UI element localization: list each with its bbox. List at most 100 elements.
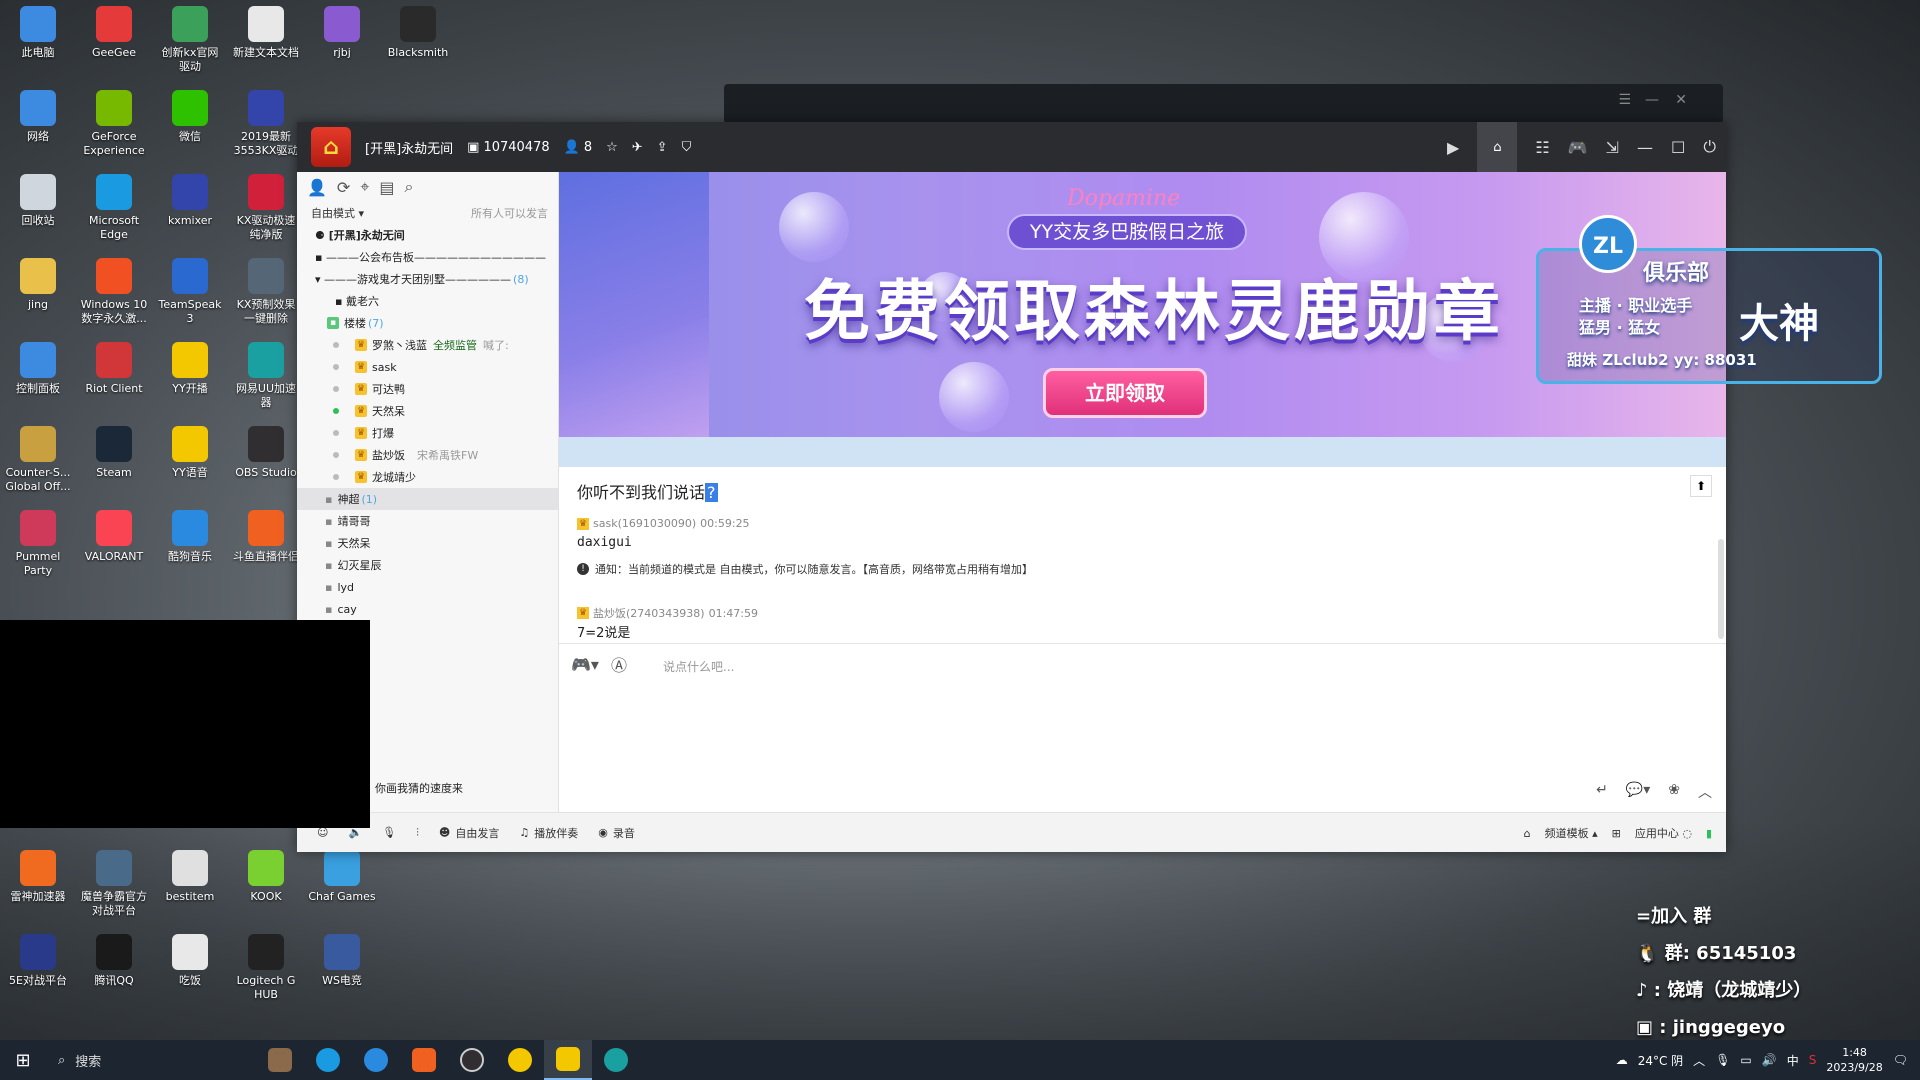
favorite-icon[interactable]: ☆ [606,140,618,155]
member-row[interactable]: ♛ 龙城靖少 [297,466,558,488]
yy-voice-icon[interactable] [544,1040,592,1080]
notes-icon[interactable]: ▤ [379,178,394,197]
subchannel-row[interactable]: ▪ lyd [297,576,558,598]
subchannel-row[interactable]: ▪ 神超 (1) [297,488,558,510]
desktop-icon[interactable]: 雷神加速器 [0,844,76,928]
desktop-icon[interactable]: Pummel Party [0,504,76,588]
desktop-icon[interactable]: 酷狗音乐 [152,504,228,588]
chevron-up-icon[interactable]: ︿ [1698,782,1712,802]
message-input[interactable]: 说点什么吧... [663,658,734,675]
desktop-icon[interactable]: OBS Studio [228,420,304,504]
grid-icon[interactable]: ⊞ [1612,827,1621,840]
desktop-icon[interactable]: Microsoft Edge [76,168,152,252]
clock[interactable]: 1:48 2023/9/28 [1826,1045,1882,1075]
scroll-top-icon[interactable]: ⬆ [1690,475,1712,497]
accompany-button[interactable]: ♫ 播放伴奏 [519,825,578,841]
chat-bubble-icon[interactable]: 💬▾ [1626,782,1650,802]
enter-icon[interactable]: ↵ [1596,782,1608,802]
gamepad-icon[interactable]: 🎮 [1568,138,1588,157]
tree-section[interactable]: ▾ ———游戏鬼才天团别墅—————— (8) [297,268,558,290]
desktop-icon[interactable]: GeeGee [76,0,152,84]
yy-live-icon[interactable] [496,1040,544,1080]
gamepad-icon[interactable]: 🎮▾ [571,655,599,674]
font-icon[interactable]: Ⓐ [611,652,627,676]
desktop-icon[interactable]: kxmixer [152,168,228,252]
subchannel-row[interactable]: ▪ 靖哥哥 [297,510,558,532]
desktop-icon[interactable]: VALORANT [76,504,152,588]
video-icon[interactable]: ▶ [1447,138,1459,157]
app-center-button[interactable]: 应用中心 ◌ [1635,825,1692,841]
desktop-icon[interactable]: Steam [76,420,152,504]
desktop-icon[interactable]: rjbj [304,0,380,84]
location-icon[interactable]: ⌖ [360,177,369,197]
record-button[interactable]: ◉ 录音 [598,825,635,841]
member-row[interactable]: ♛ 罗煞丶浅蓝 全频监管 喊了: [297,334,558,356]
obs-icon[interactable] [448,1040,496,1080]
member-row[interactable]: ♛ 天然呆 [297,400,558,422]
minimize-icon[interactable]: — [1645,92,1659,108]
desktop-icon[interactable]: KOOK [228,844,304,928]
share-icon[interactable]: ⇪ [657,140,668,155]
tree-group[interactable]: ▪ 楼楼 (7) [297,312,558,334]
desktop-icon[interactable]: Counter-S... Global Off... [0,420,76,504]
minimize-icon[interactable]: — [1637,138,1653,157]
desktop-icon[interactable]: KX驱动极速 纯净版 [228,168,304,252]
list-icon[interactable]: ☷ [1535,138,1549,157]
ime-indicator[interactable]: 中 [1787,1052,1799,1069]
member-row[interactable]: ♛ 打爆 [297,422,558,444]
desktop-icon[interactable]: Riot Client [76,336,152,420]
weather-text[interactable]: 24°C 阴 [1638,1052,1683,1069]
network-icon[interactable]: ▭ [1740,1053,1751,1067]
notification-icon[interactable]: 🗨 [1893,1053,1908,1067]
windows-start-icon[interactable]: ⊞ [0,1040,46,1080]
uu-icon[interactable] [592,1040,640,1080]
tree-sub[interactable]: ▪ 戴老六 [297,290,558,312]
message-user[interactable]: 盐炒饭(2740343938) [593,605,705,621]
maximize-icon[interactable]: ☐ [1671,138,1685,157]
tree-root[interactable]: ⚈ [开黑]永劫无间 [297,224,558,246]
house-icon[interactable]: ⌂ [311,127,351,167]
desktop-icon[interactable]: 回收站 [0,168,76,252]
desktop-icon[interactable]: 魔兽争霸官方 对战平台 [76,844,152,928]
kugou-icon[interactable] [352,1040,400,1080]
desktop-icon[interactable]: Blacksmith [380,0,456,84]
desktop-icon[interactable]: 5E对战平台 [0,928,76,1012]
refresh-icon[interactable]: ⟳ [337,178,350,197]
desktop-icon[interactable]: YY语音 [152,420,228,504]
member-row[interactable]: ♛ 盐炒饭 宋希禹铁FW [297,444,558,466]
mode-select[interactable]: 自由模式 ▾ [311,205,364,221]
desktop-icon[interactable]: TeamSpeak 3 [152,252,228,336]
desktop-icon[interactable]: Chaf Games [304,844,380,928]
sogou-icon[interactable]: S [1809,1053,1817,1067]
desktop-icon[interactable]: 2019最新 3553KX驱动 [228,84,304,168]
menu-icon[interactable]: ☰ [1618,92,1631,108]
desktop-icon[interactable]: 网易UU加速 器 [228,336,304,420]
free-speak-button[interactable]: ☻ 自由发言 [439,825,499,841]
desktop-icon[interactable]: 此电脑 [0,0,76,84]
desktop-icon[interactable]: 新建文本文档 [228,0,304,84]
desktop-icon[interactable]: jing [0,252,76,336]
subchannel-row[interactable]: ▪ 幻灭星辰 [297,554,558,576]
plane-icon[interactable]: ✈ [632,140,643,155]
equalizer-icon[interactable]: ⫶ [416,826,419,840]
volume-icon[interactable]: 🔊 [1762,1053,1777,1067]
desktop-icon[interactable]: 控制面板 [0,336,76,420]
user-icon[interactable]: 👤 [307,178,327,197]
home-icon[interactable]: ⌂ [1477,122,1518,172]
mic-tray-icon[interactable]: 🎙 [1715,1053,1730,1067]
desktop-icon[interactable]: Windows 10 数字永久激... [76,252,152,336]
member-row[interactable]: ♛ sask [297,356,558,378]
subchannel-row[interactable]: ▪ 天然呆 [297,532,558,554]
desktop-icon[interactable]: WS电竞 [304,928,380,1012]
weather-icon[interactable]: ☁ [1616,1053,1628,1067]
subchannel-row[interactable]: ▪ cay [297,598,558,620]
taskview-icon[interactable] [256,1040,304,1080]
desktop-icon[interactable]: GeForce Experience [76,84,152,168]
template-button[interactable]: 频道模板 ▴ [1545,825,1598,841]
power-icon[interactable]: ⏻ [1703,137,1716,157]
flower-icon[interactable]: ❀ [1668,782,1680,802]
collapse-icon[interactable]: ⇲ [1606,138,1619,157]
douyu-icon[interactable] [400,1040,448,1080]
desktop-icon[interactable]: 网络 [0,84,76,168]
tree-board[interactable]: ▪ ———公会布告板———————————— [297,246,558,268]
